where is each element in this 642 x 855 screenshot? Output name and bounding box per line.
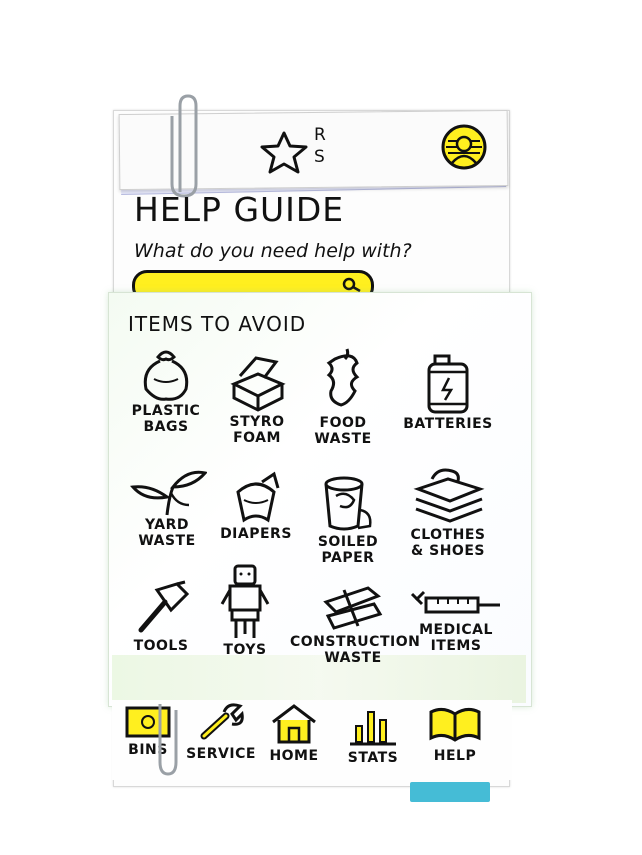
item-label: YARD WASTE (138, 517, 196, 549)
nav-stats[interactable]: STATS (340, 704, 406, 766)
logo-letter-r: R (314, 125, 326, 145)
avoid-item-medical-items[interactable]: MEDICAL ITEMS (398, 586, 514, 654)
plastic-bag-icon (143, 350, 189, 401)
item-label: MEDICAL ITEMS (419, 622, 493, 654)
nav-service[interactable]: SERVICE (184, 702, 258, 762)
clothes-icon (413, 468, 485, 523)
avoid-item-toys[interactable]: TOYS (210, 562, 280, 658)
stats-icon (350, 711, 396, 746)
logo-letter-s: S (314, 147, 325, 167)
nav-help[interactable]: HELP (420, 704, 490, 764)
styrofoam-icon (230, 356, 286, 412)
paperclip-icon (158, 704, 178, 776)
book-icon (429, 707, 481, 742)
avoid-item-plastic-bags[interactable]: PLASTIC BAGS (126, 345, 206, 435)
avoid-item-tools[interactable]: TOOLS (128, 580, 194, 654)
help-question: What do you need help with? (134, 240, 412, 262)
avoid-item-diapers[interactable]: DIAPERS (214, 470, 298, 542)
item-label: FOOD WASTE (314, 415, 372, 447)
avoid-item-styrofoam[interactable]: STYRO FOAM (222, 352, 292, 446)
hammer-icon (138, 580, 190, 633)
home-icon (272, 704, 316, 744)
yard-waste-icon (130, 470, 207, 516)
user-avatar-icon[interactable] (440, 123, 488, 171)
item-label: TOOLS (133, 638, 189, 654)
nav-label: STATS (347, 750, 399, 766)
item-label: CLOTHES & SHOES (410, 527, 486, 559)
nav-home[interactable]: HOME (262, 702, 326, 764)
avoid-item-yard-waste[interactable]: YARD WASTE (122, 465, 212, 549)
diaper-icon (236, 471, 280, 523)
item-label: SOILED PAPER (317, 534, 379, 566)
wrench-icon (200, 703, 244, 740)
avoid-item-soiled-paper[interactable]: SOILED PAPER (308, 470, 388, 566)
item-label: TOYS (223, 642, 267, 658)
soiled-paper-icon (324, 476, 372, 531)
battery-icon (427, 354, 469, 414)
page-title: HELP GUIDE (134, 190, 345, 229)
blue-tab (410, 782, 490, 802)
food-waste-icon (326, 348, 360, 407)
star-logo-icon (260, 131, 308, 174)
nav-label: HELP (433, 748, 477, 764)
logo-letters: R S (314, 124, 326, 168)
construction-waste-icon (323, 586, 383, 630)
avoid-item-food-waste[interactable]: FOOD WASTE (303, 345, 383, 447)
avoid-item-batteries[interactable]: BATTERIES (398, 350, 498, 432)
item-label: BATTERIES (403, 416, 493, 432)
paperclip-icon (170, 94, 198, 198)
item-label: PLASTIC BAGS (131, 403, 201, 435)
item-label: DIAPERS (220, 526, 292, 542)
toy-icon (220, 564, 270, 638)
nav-label: HOME (269, 748, 319, 764)
section-title: ITEMS TO AVOID (128, 312, 307, 336)
nav-label: SERVICE (186, 746, 256, 762)
item-label: STYRO FOAM (229, 414, 285, 446)
avoid-item-clothes-shoes[interactable]: CLOTHES & SHOES (400, 465, 496, 559)
syringe-icon (410, 590, 500, 614)
